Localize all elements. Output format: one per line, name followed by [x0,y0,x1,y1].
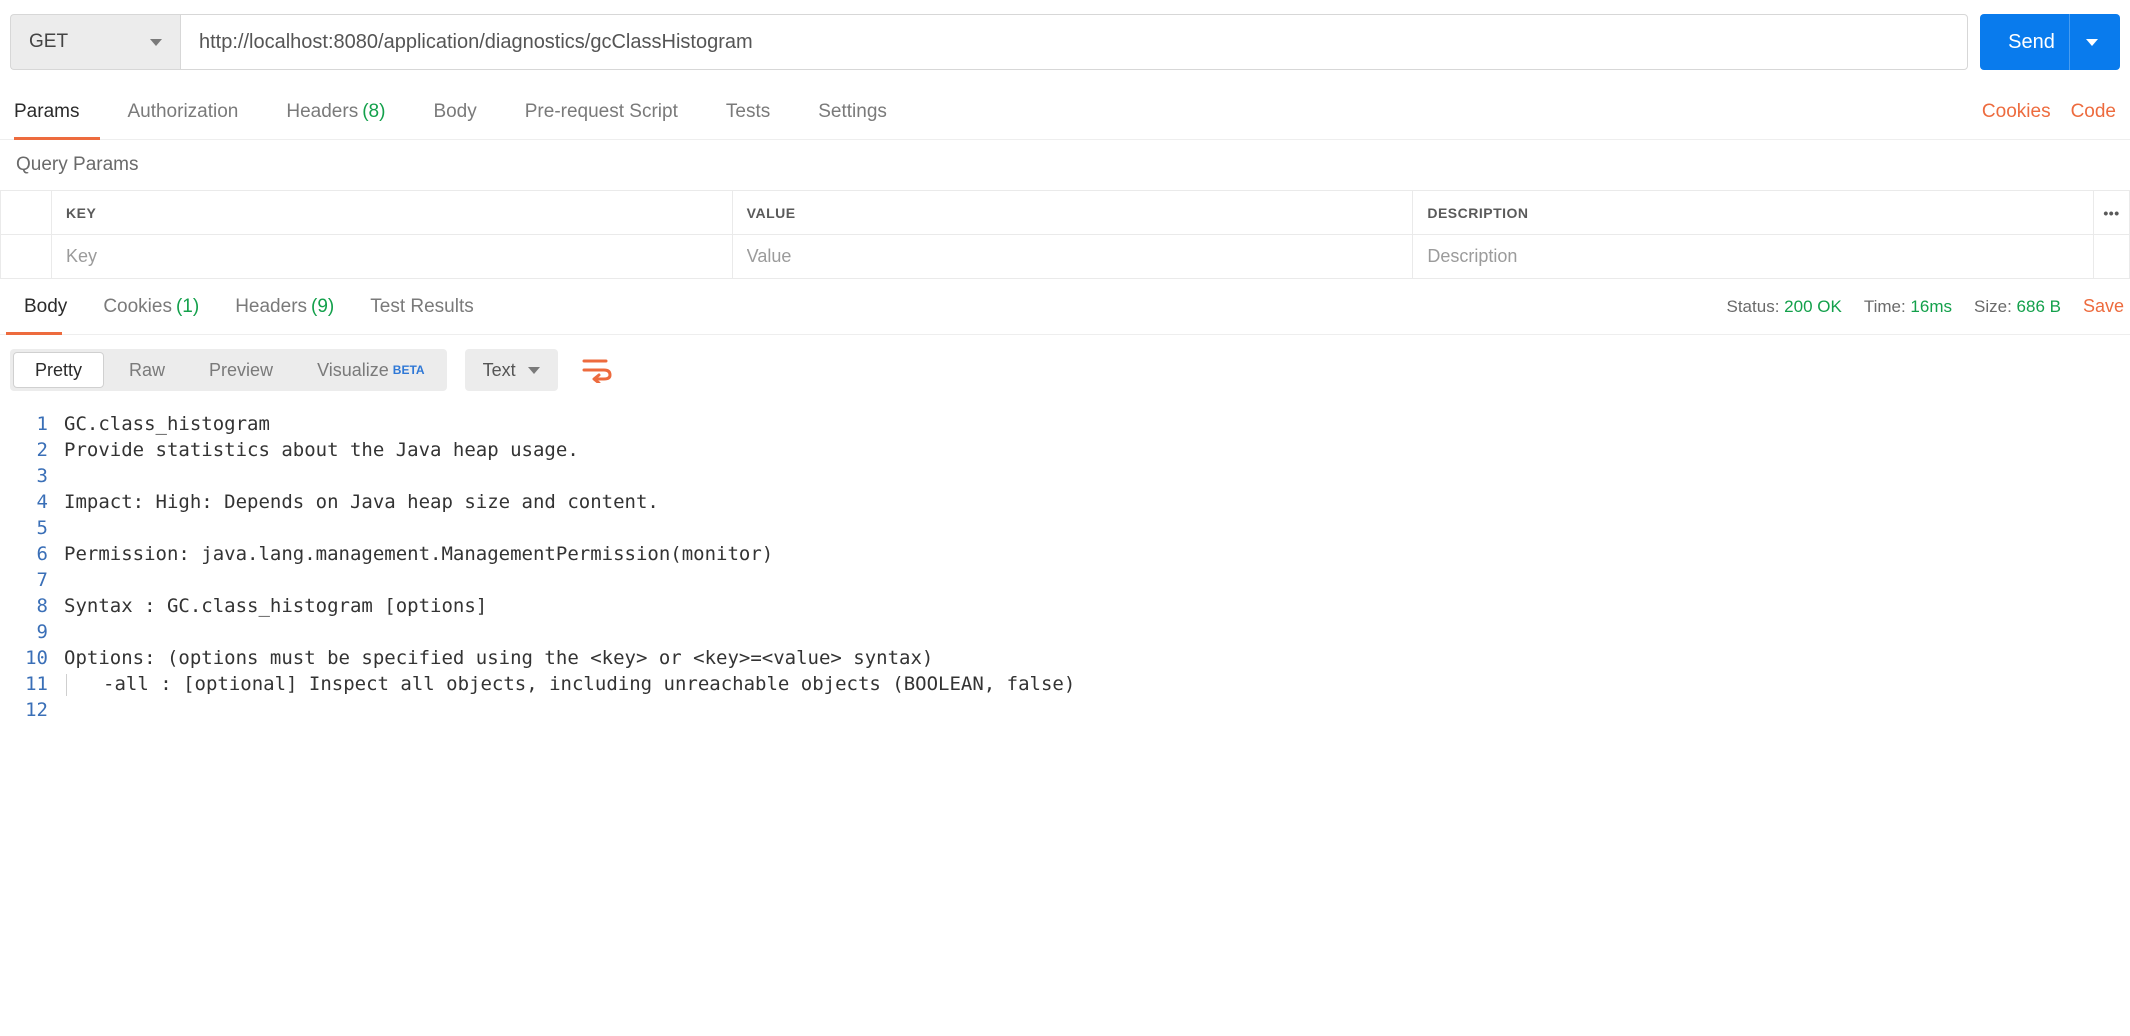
time-value: 16ms [1910,297,1952,316]
wrap-lines-button[interactable] [576,349,618,391]
response-body-editor[interactable]: 123456789101112 GC.class_histogramProvid… [0,405,2130,729]
code-content: GC.class_histogramProvide statistics abo… [64,405,2130,729]
tab-headers[interactable]: Headers (8) [262,84,409,139]
params-checkbox-header [0,191,52,234]
response-view-bar: Pretty Raw Preview Visualize BETA Text [0,335,2130,405]
tab-label: Tests [726,101,770,123]
view-mode-group: Pretty Raw Preview Visualize BETA [10,349,447,391]
view-raw-button[interactable]: Raw [107,349,187,391]
tab-count: (1) [176,296,199,318]
cookies-link[interactable]: Cookies [1982,101,2051,123]
status-label: Status: [1727,297,1780,316]
tab-authorization[interactable]: Authorization [103,84,262,139]
params-desc-header: DESCRIPTION [1413,191,2094,234]
size-value: 686 B [2017,297,2061,316]
params-more-menu[interactable]: ••• [2094,191,2130,234]
view-pretty-button[interactable]: Pretty [13,352,104,388]
response-format-select[interactable]: Text [465,349,558,391]
tab-params[interactable]: Params [14,84,103,139]
http-method-select[interactable]: GET [10,14,180,70]
params-checkbox-cell [0,235,52,278]
query-params-label: Query Params [0,140,2130,191]
params-row [0,235,2130,279]
save-response-button[interactable]: Save [2083,296,2124,317]
send-button[interactable]: Send [1980,14,2120,70]
params-key-header: KEY [52,191,733,234]
request-tabs: Params Authorization Headers (8) Body Pr… [0,84,2130,140]
beta-badge: BETA [393,363,425,377]
http-method-value: GET [29,31,68,53]
response-tabs: Body Cookies (1) Headers (9) Test Result… [0,279,2130,335]
request-bar: GET Send [0,0,2130,84]
tab-label: Pre-request Script [525,101,678,123]
tab-label: Headers [235,296,307,318]
tab-label: Test Results [370,296,473,318]
tab-response-cookies[interactable]: Cookies (1) [85,279,217,334]
params-desc-input[interactable] [1427,246,2079,267]
chevron-down-icon [2086,39,2098,46]
tab-count: (9) [311,296,334,318]
tab-prerequest[interactable]: Pre-request Script [501,84,702,139]
tab-label: Headers [286,101,358,123]
tab-label: Authorization [127,101,238,123]
tab-response-test-results[interactable]: Test Results [352,279,491,334]
time-label: Time: [1864,297,1906,316]
line-gutter: 123456789101112 [0,405,64,729]
params-value-input[interactable] [747,246,1399,267]
wrap-icon [582,357,612,383]
send-dropdown-button[interactable] [2069,14,2114,70]
time-block: Time: 16ms [1864,297,1952,317]
tab-response-body[interactable]: Body [6,279,85,334]
view-visualize-button[interactable]: Visualize BETA [295,349,447,391]
tab-count: (8) [362,101,385,123]
tab-body[interactable]: Body [409,84,500,139]
params-header-row: KEY VALUE DESCRIPTION ••• [0,191,2130,235]
tab-settings[interactable]: Settings [794,84,911,139]
params-key-input[interactable] [66,246,718,267]
status-block: Status: 200 OK [1727,297,1842,317]
send-button-label: Send [1986,31,2055,54]
size-block: Size: 686 B [1974,297,2061,317]
tab-label: Params [14,101,79,123]
view-preview-button[interactable]: Preview [187,349,295,391]
url-input[interactable] [180,14,1968,70]
tab-label: Body [24,296,67,318]
params-value-header: VALUE [733,191,1414,234]
status-value: 200 OK [1784,297,1842,316]
visualize-label: Visualize [317,360,389,381]
format-value: Text [483,360,516,381]
tab-response-headers[interactable]: Headers (9) [217,279,352,334]
response-meta: Status: 200 OK Time: 16ms Size: 686 B Sa… [1727,296,2125,317]
tab-label: Settings [818,101,887,123]
chevron-down-icon [150,39,162,46]
tab-tests[interactable]: Tests [702,84,794,139]
request-links: Cookies Code [1982,101,2116,123]
params-row-end [2094,235,2130,278]
tab-label: Body [433,101,476,123]
code-link[interactable]: Code [2071,101,2116,123]
size-label: Size: [1974,297,2012,316]
chevron-down-icon [528,367,540,374]
tab-label: Cookies [103,296,172,318]
